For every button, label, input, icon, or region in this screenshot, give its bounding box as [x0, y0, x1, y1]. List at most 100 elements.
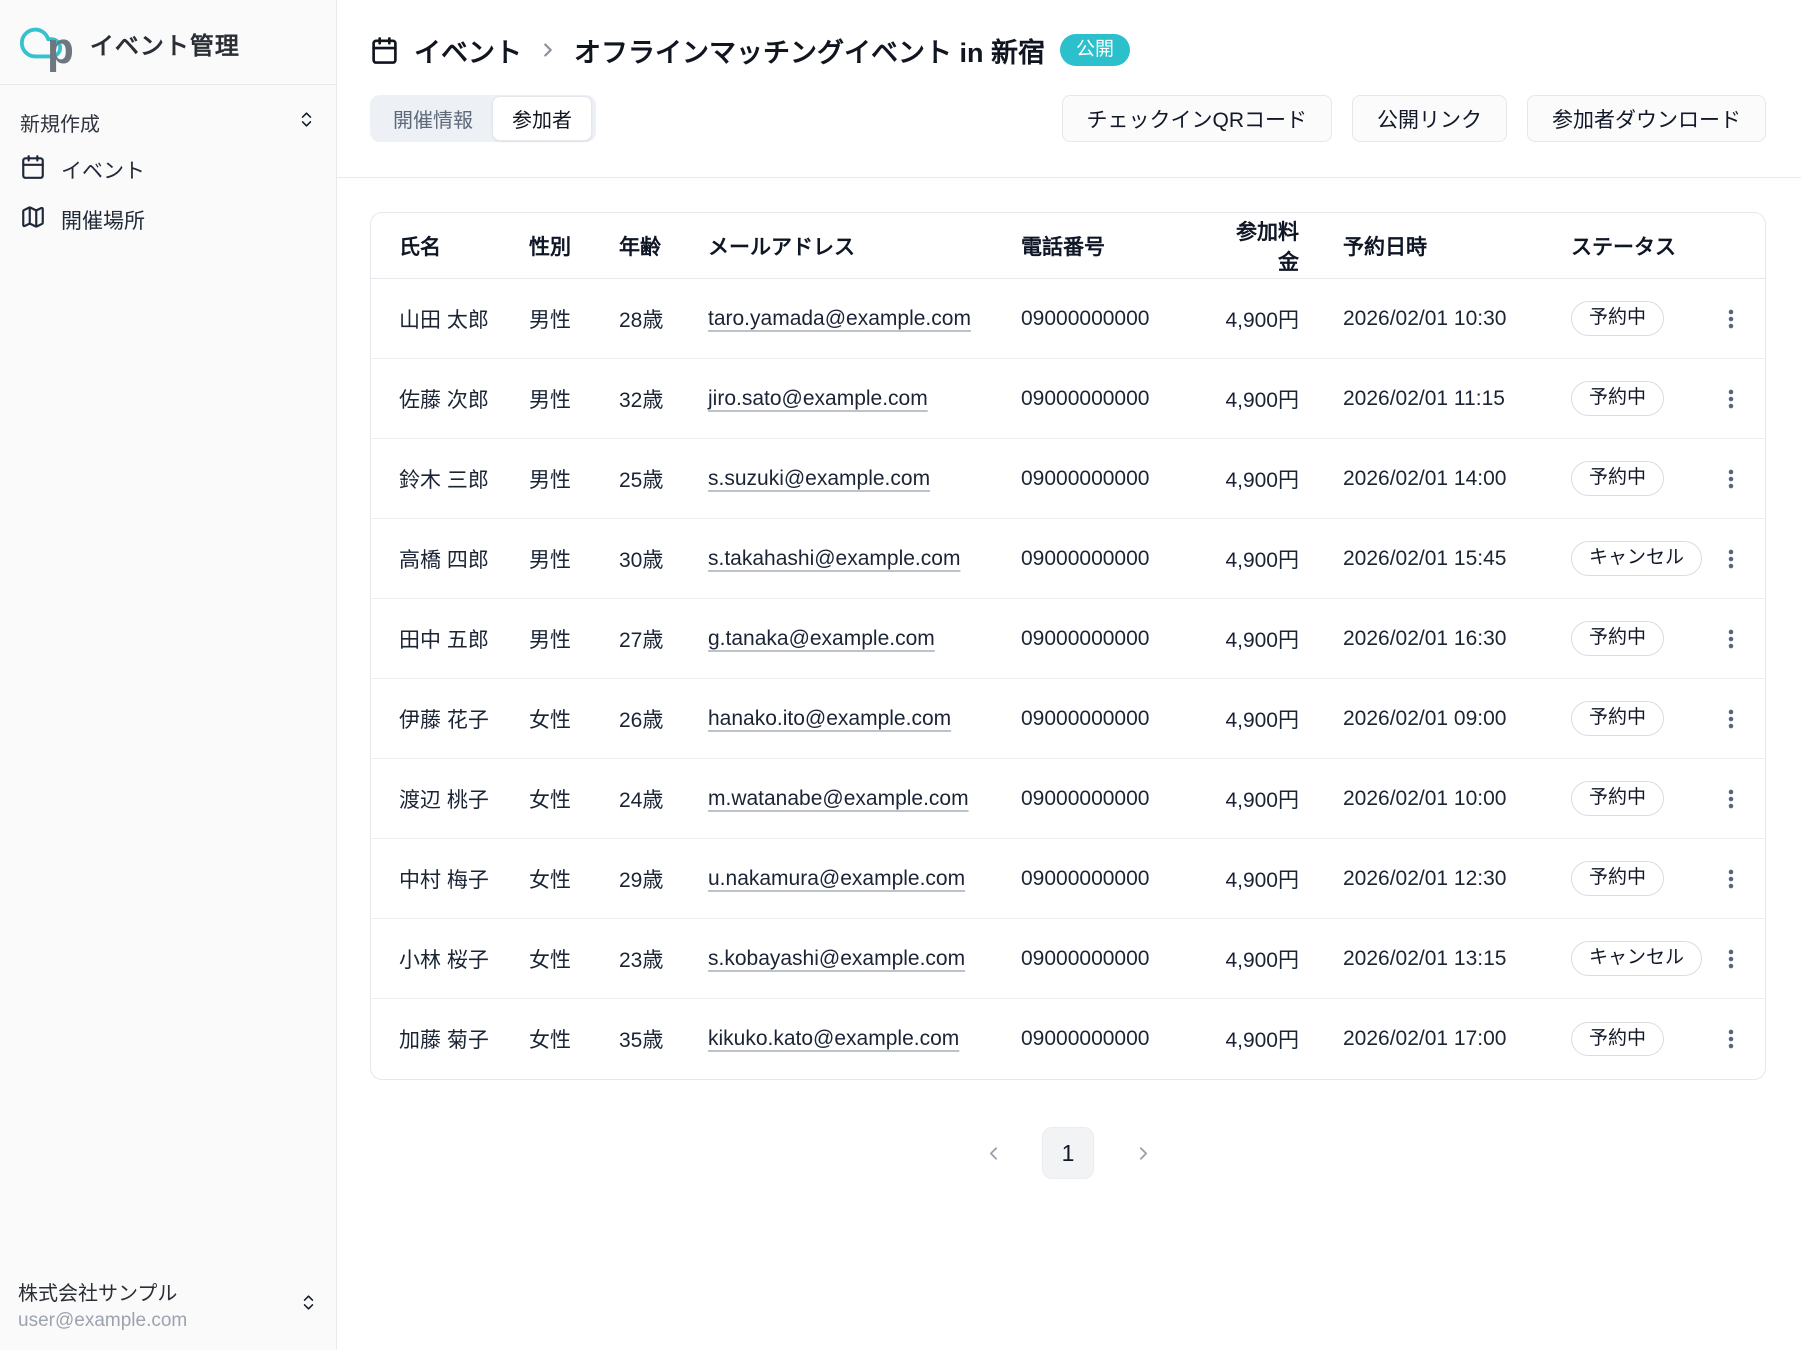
new-create-label: 新規作成	[20, 108, 100, 137]
new-create-select[interactable]: 新規作成	[14, 99, 322, 145]
tab-event-info[interactable]: 開催情報	[374, 97, 492, 140]
download-participants-button[interactable]: 参加者ダウンロード	[1527, 95, 1766, 142]
participant-gender: 女性	[529, 784, 619, 814]
participant-gender: 女性	[529, 944, 619, 974]
column-header-datetime: 予約日時	[1343, 231, 1571, 261]
table-row: 田中 五郎 男性 27歳 g.tanaka@example.com 090000…	[371, 599, 1765, 679]
participant-fee: 4,900円	[1221, 1024, 1343, 1054]
tab-participants[interactable]: 参加者	[492, 96, 592, 141]
column-header-age: 年齢	[619, 231, 708, 261]
account-company: 株式会社サンプル	[18, 1277, 187, 1306]
participant-gender: 男性	[529, 304, 619, 334]
participant-phone: 09000000000	[1021, 627, 1221, 651]
participant-fee: 4,900円	[1221, 944, 1343, 974]
participant-email-link[interactable]: hanako.ito@example.com	[708, 707, 951, 730]
participant-name: 加藤 菊子	[399, 1024, 529, 1054]
participant-name: 中村 梅子	[399, 864, 529, 894]
participant-email-link[interactable]: s.kobayashi@example.com	[708, 947, 965, 970]
checkin-qr-button[interactable]: チェックインQRコード	[1062, 95, 1333, 142]
participant-fee: 4,900円	[1221, 784, 1343, 814]
participant-email-link[interactable]: g.tanaka@example.com	[708, 627, 935, 650]
participant-datetime: 2026/02/01 12:30	[1343, 867, 1571, 891]
row-menu-button[interactable]	[1711, 459, 1751, 499]
account-switcher[interactable]: 株式会社サンプル user@example.com	[18, 1277, 318, 1332]
participant-gender: 男性	[529, 624, 619, 654]
participant-datetime: 2026/02/01 10:30	[1343, 307, 1571, 331]
participant-email-link[interactable]: kikuko.kato@example.com	[708, 1027, 959, 1050]
sidebar-divider	[0, 84, 336, 85]
table-header-row: 氏名 性別 年齢 メールアドレス 電話番号 参加料金 予約日時 ステータス	[371, 213, 1765, 279]
participant-gender: 女性	[529, 704, 619, 734]
table-row: 渡辺 桃子 女性 24歳 m.watanabe@example.com 0900…	[371, 759, 1765, 839]
public-link-button[interactable]: 公開リンク	[1352, 95, 1507, 142]
participant-email-link[interactable]: s.suzuki@example.com	[708, 467, 930, 490]
participant-gender: 女性	[529, 864, 619, 894]
row-menu-button[interactable]	[1711, 939, 1751, 979]
table-row: 佐藤 次郎 男性 32歳 jiro.sato@example.com 09000…	[371, 359, 1765, 439]
participant-name: 田中 五郎	[399, 624, 529, 654]
row-menu-button[interactable]	[1711, 859, 1751, 899]
participant-age: 24歳	[619, 784, 708, 814]
page-number-button[interactable]: 1	[1042, 1127, 1094, 1179]
participant-email-link[interactable]: taro.yamada@example.com	[708, 307, 971, 330]
participant-datetime: 2026/02/01 13:15	[1343, 947, 1571, 971]
participant-age: 26歳	[619, 704, 708, 734]
calendar-icon	[370, 36, 399, 65]
participant-email-link[interactable]: m.watanabe@example.com	[708, 787, 969, 810]
participant-status-badge: 予約中	[1571, 861, 1664, 896]
participant-phone: 09000000000	[1021, 1027, 1221, 1051]
calendar-icon	[20, 154, 46, 186]
row-menu-button[interactable]	[1711, 779, 1751, 819]
sidebar: p イベント管理 新規作成 イベント	[0, 0, 337, 1350]
row-menu-button[interactable]	[1711, 1019, 1751, 1059]
next-page-button[interactable]	[1128, 1138, 1158, 1168]
participant-age: 23歳	[619, 944, 708, 974]
participant-fee: 4,900円	[1221, 544, 1343, 574]
participant-phone: 09000000000	[1021, 707, 1221, 731]
chevrons-up-down-icon	[297, 110, 316, 135]
participant-fee: 4,900円	[1221, 384, 1343, 414]
participants-table: 氏名 性別 年齢 メールアドレス 電話番号 参加料金 予約日時 ステータス 山田…	[370, 212, 1766, 1080]
participant-age: 35歳	[619, 1024, 708, 1054]
sidebar-nav: 新規作成 イベント	[0, 99, 336, 245]
app-logo: p イベント管理	[0, 0, 336, 82]
participant-phone: 09000000000	[1021, 547, 1221, 571]
row-menu-button[interactable]	[1711, 299, 1751, 339]
participant-fee: 4,900円	[1221, 704, 1343, 734]
sidebar-item-events[interactable]: イベント	[14, 145, 322, 195]
chevron-right-icon	[537, 39, 559, 61]
row-menu-button[interactable]	[1711, 699, 1751, 739]
table-row: 小林 桜子 女性 23歳 s.kobayashi@example.com 090…	[371, 919, 1765, 999]
participant-phone: 09000000000	[1021, 787, 1221, 811]
table-row: 高橋 四郎 男性 30歳 s.takahashi@example.com 090…	[371, 519, 1765, 599]
sidebar-item-venues[interactable]: 開催場所	[14, 195, 322, 245]
header-divider	[337, 177, 1801, 178]
header-actions: チェックインQRコード 公開リンク 参加者ダウンロード	[1062, 95, 1767, 142]
participant-phone: 09000000000	[1021, 387, 1221, 411]
main-content: イベント オフラインマッチングイベント in 新宿 公開 開催情報 参加者 チェ…	[337, 0, 1801, 1350]
previous-page-button[interactable]	[978, 1138, 1008, 1168]
participant-email-link[interactable]: u.nakamura@example.com	[708, 867, 965, 890]
sidebar-item-label: 開催場所	[61, 205, 145, 235]
row-menu-button[interactable]	[1711, 619, 1751, 659]
column-header-status: ステータス	[1571, 231, 1711, 261]
participant-datetime: 2026/02/01 17:00	[1343, 1027, 1571, 1051]
row-menu-button[interactable]	[1711, 539, 1751, 579]
participant-status-badge: 予約中	[1571, 301, 1664, 336]
participant-status-badge: キャンセル	[1571, 941, 1702, 976]
participant-status-badge: 予約中	[1571, 621, 1664, 656]
controls-row: 開催情報 参加者 チェックインQRコード 公開リンク 参加者ダウンロード	[370, 95, 1766, 142]
participant-age: 27歳	[619, 624, 708, 654]
participant-name: 高橋 四郎	[399, 544, 529, 574]
table-row: 中村 梅子 女性 29歳 u.nakamura@example.com 0900…	[371, 839, 1765, 919]
breadcrumb-events-link[interactable]: イベント	[414, 31, 522, 70]
participant-email-link[interactable]: jiro.sato@example.com	[708, 387, 928, 410]
app-title: イベント管理	[90, 26, 240, 61]
participant-age: 29歳	[619, 864, 708, 894]
page-title: オフラインマッチングイベント in 新宿	[574, 31, 1045, 70]
participant-gender: 男性	[529, 464, 619, 494]
participant-fee: 4,900円	[1221, 464, 1343, 494]
row-menu-button[interactable]	[1711, 379, 1751, 419]
participant-phone: 09000000000	[1021, 867, 1221, 891]
participant-email-link[interactable]: s.takahashi@example.com	[708, 547, 960, 570]
